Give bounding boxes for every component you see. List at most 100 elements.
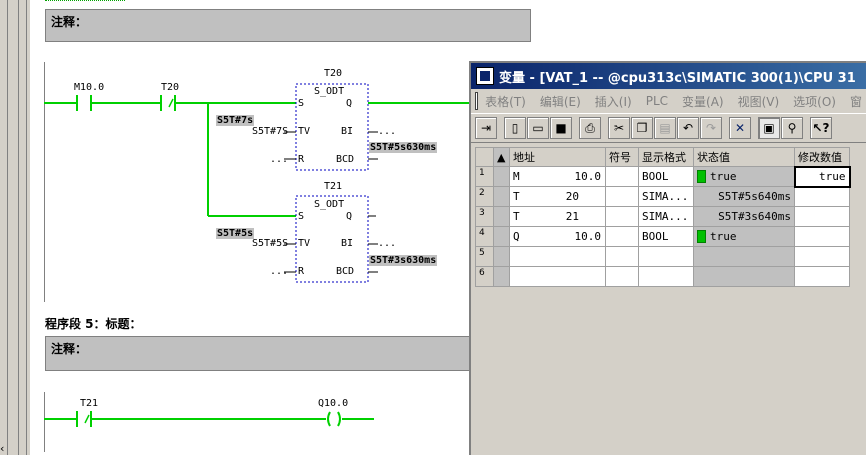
vat-window[interactable]: 变量 - [VAT_1 -- @cpu313c\SIMATIC 300(1)\C… (469, 61, 866, 455)
timer1-tv-value[interactable]: S5T#7s (216, 115, 255, 126)
address-cell[interactable]: Q 10.0 (509, 226, 606, 247)
address-cell[interactable] (509, 246, 606, 267)
modify-cell[interactable] (794, 226, 850, 247)
format-cell[interactable]: BOOL (638, 166, 694, 187)
table-row[interactable]: 3 T 21 SIMA... S5T#3s640ms (475, 206, 850, 227)
network5-comment[interactable]: 注释： (45, 336, 470, 371)
table-header-row: ▲ 地址 符号 显示格式 状态值 修改数值 (475, 147, 850, 167)
symbol-cell[interactable] (605, 166, 639, 187)
table-row[interactable]: 6 (475, 266, 850, 287)
row-number[interactable]: 4 (475, 226, 494, 247)
timer1-bi-out[interactable]: ... (378, 126, 396, 137)
menu-view[interactable]: 视图(V) (731, 93, 787, 110)
pin-icon[interactable]: ⇥ (475, 117, 497, 139)
timer2-r-in[interactable]: ... (270, 266, 288, 277)
menu-options[interactable]: 选项(O) (786, 93, 843, 110)
print-icon[interactable]: ⎙ (579, 117, 601, 139)
redo-icon[interactable]: ↷ (700, 117, 722, 139)
table-row[interactable]: 4 Q 10.0 BOOL true (475, 226, 850, 247)
help-icon[interactable]: ↖? (810, 117, 832, 139)
format-cell[interactable]: SIMA... (638, 206, 694, 227)
timer2-type: S_ODT (314, 199, 345, 210)
timer2-pin-r: R (298, 266, 305, 277)
timer2-bi-out[interactable]: ... (378, 238, 396, 249)
vat-toolbar: ⇥ ▯ ▭ ■ ⎙ ✂ ❐ ▤ ↶ ↷ ✕ ▣ ⚲ ↖? (471, 113, 866, 143)
scroll-left-icon[interactable]: ‹ (0, 442, 4, 455)
format-cell[interactable]: SIMA... (638, 186, 694, 207)
copy-icon[interactable]: ❐ (631, 117, 653, 139)
format-cell[interactable]: BOOL (638, 226, 694, 247)
open-folder-icon[interactable]: ▭ (527, 117, 549, 139)
status-cell: S5T#5s640ms (693, 186, 795, 207)
timer1-pin-bi: BI (341, 126, 354, 137)
sort-icon[interactable]: ▲ (493, 147, 510, 167)
contact1-label[interactable]: M10.0 (74, 82, 104, 93)
network5-contact-label[interactable]: T21 (80, 398, 98, 409)
network5-title[interactable]: 程序段 5：标题： (45, 315, 142, 332)
timer1-bcd-out[interactable]: S5T#5s630ms (369, 142, 438, 153)
network5-coil-label[interactable]: Q10.0 (318, 398, 348, 409)
table-row[interactable]: 1 M 10.0 BOOL true true (475, 165, 851, 188)
modify-cell[interactable] (794, 266, 850, 287)
contact2-label[interactable]: T20 (161, 82, 179, 93)
address-cell[interactable]: M 10.0 (509, 166, 606, 187)
paste-icon[interactable]: ▤ (654, 117, 676, 139)
address-cell[interactable]: T 21 (509, 206, 606, 227)
symbol-cell[interactable] (605, 246, 639, 267)
save-icon[interactable]: ■ (550, 117, 572, 139)
timer1-pin-r: R (298, 154, 305, 165)
row-number[interactable]: 3 (475, 206, 494, 227)
cut-icon[interactable]: ✂ (608, 117, 630, 139)
menu-variable[interactable]: 变量(A) (675, 93, 731, 110)
address-cell[interactable]: T 20 (509, 186, 606, 207)
menu-edit[interactable]: 编辑(E) (533, 93, 588, 110)
modify-cell[interactable] (794, 206, 850, 227)
row-number[interactable]: 6 (475, 266, 494, 287)
col-modify[interactable]: 修改数值 (794, 147, 850, 167)
row-number[interactable]: 2 (475, 186, 494, 207)
symbol-cell[interactable] (605, 186, 639, 207)
menu-insert[interactable]: 插入(I) (588, 93, 639, 110)
timer1-pin-bcd: BCD (336, 154, 355, 165)
timer2-tv-echo: S5T#5S (252, 238, 289, 249)
menu-plc[interactable]: PLC (639, 94, 675, 108)
doc-icon[interactable] (475, 92, 479, 110)
symbol-cell[interactable] (605, 226, 639, 247)
monitor-icon[interactable]: ▣ (758, 117, 780, 139)
timer2-tv-value[interactable]: S5T#5s (216, 228, 255, 239)
vat-app-icon (476, 67, 494, 85)
timer1-name[interactable]: T20 (324, 68, 342, 79)
network4-comment[interactable]: 注释： (45, 9, 531, 42)
timer2-bcd-out[interactable]: S5T#3s630ms (369, 255, 438, 266)
timer2-name[interactable]: T21 (324, 181, 342, 192)
col-symbol[interactable]: 符号 (605, 147, 639, 167)
timer2-pin-q: Q (346, 211, 353, 222)
timer1-tv-echo: S5T#7S (252, 126, 289, 137)
symbol-cell[interactable] (605, 206, 639, 227)
col-status[interactable]: 状态值 (693, 147, 795, 167)
modify-cell[interactable] (794, 186, 850, 207)
modify-cell[interactable] (794, 246, 850, 267)
table-row[interactable]: 2 T 20 SIMA... S5T#5s640ms (475, 186, 850, 207)
row-number[interactable]: 1 (475, 166, 494, 187)
col-format[interactable]: 显示格式 (638, 147, 694, 167)
timer1-pin-tv: TV (298, 126, 311, 137)
menu-window[interactable]: 窗 (843, 93, 866, 110)
format-cell[interactable] (638, 246, 694, 267)
timer1-r-in[interactable]: ... (270, 154, 288, 165)
format-cell[interactable] (638, 266, 694, 287)
menu-table[interactable]: 表格(T) (478, 93, 533, 110)
address-cell[interactable] (509, 266, 606, 287)
modify-cell[interactable]: true (793, 165, 851, 188)
connect-icon[interactable]: ⚲ (781, 117, 803, 139)
symbol-cell[interactable] (605, 266, 639, 287)
delete-icon[interactable]: ✕ (729, 117, 751, 139)
undo-icon[interactable]: ↶ (677, 117, 699, 139)
vat-title: 变量 - [VAT_1 -- @cpu313c\SIMATIC 300(1)\C… (499, 70, 856, 86)
new-file-icon[interactable]: ▯ (504, 117, 526, 139)
col-address[interactable]: 地址 (509, 147, 606, 167)
table-row[interactable]: 5 (475, 246, 850, 267)
row-number[interactable]: 5 (475, 246, 494, 267)
vat-titlebar[interactable]: 变量 - [VAT_1 -- @cpu313c\SIMATIC 300(1)\C… (471, 63, 866, 89)
selection-marker (45, 0, 125, 1)
